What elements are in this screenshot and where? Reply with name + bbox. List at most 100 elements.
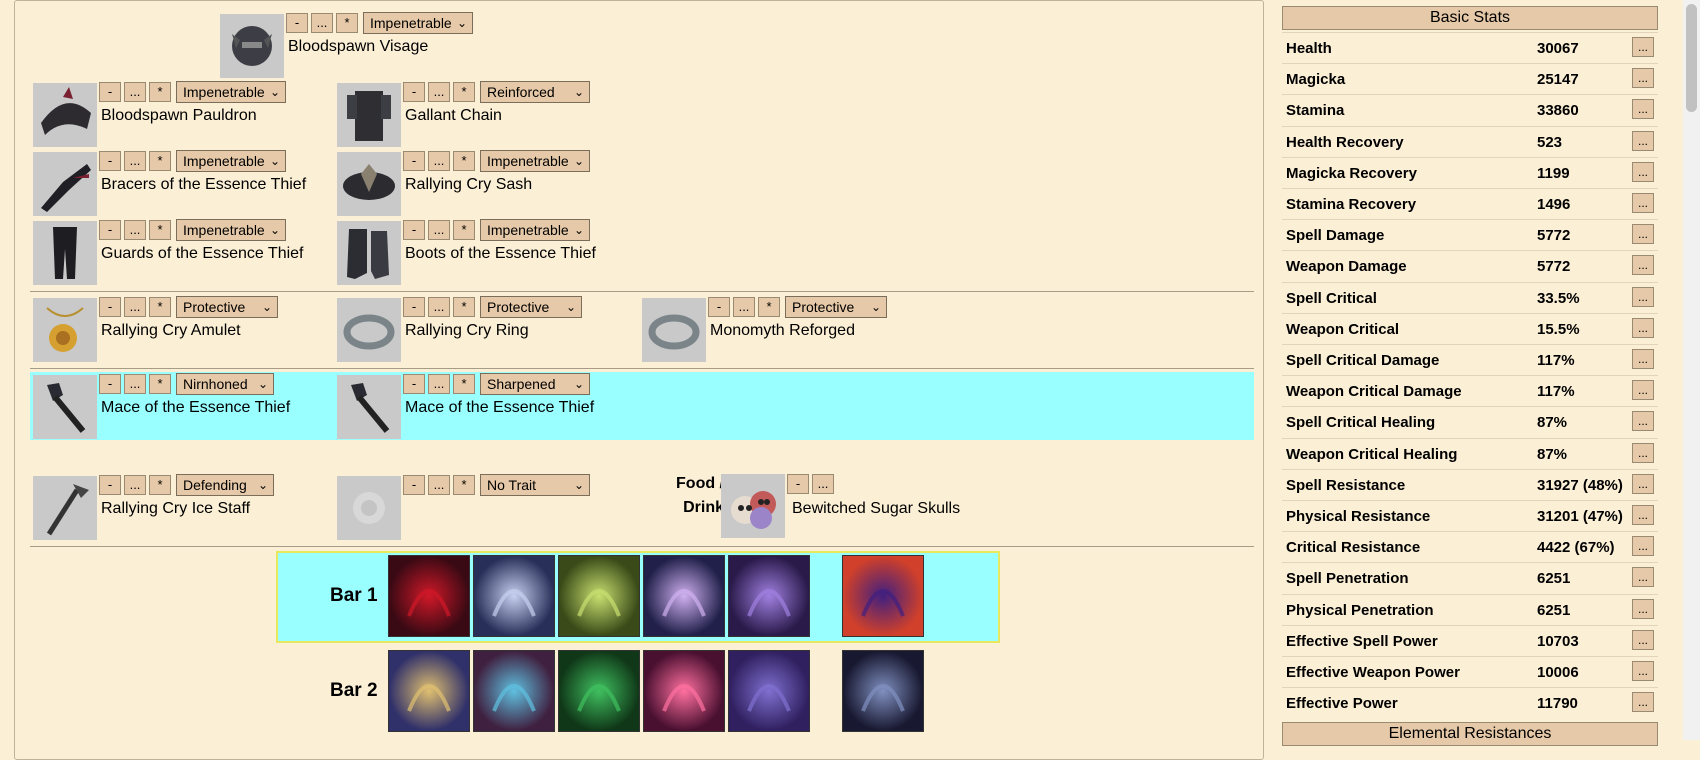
stat-details-button[interactable]: ... [1632,411,1654,432]
mace-icon[interactable] [337,375,401,439]
ring1-star-button[interactable]: * [453,297,475,317]
mace-icon[interactable] [33,375,97,439]
mainhand1-remove-button[interactable]: - [99,374,121,394]
stat-details-button[interactable]: ... [1632,505,1654,525]
head-more-button[interactable]: ... [311,13,333,33]
stat-details-button[interactable]: ... [1632,567,1654,588]
orb-skill-icon[interactable] [473,650,555,732]
stat-details-button[interactable]: ... [1632,536,1654,557]
neck-more-button[interactable]: ... [124,297,146,317]
stat-details-button[interactable]: ... [1632,692,1654,713]
stat-details-button[interactable]: ... [1632,286,1654,307]
head-remove-button[interactable]: - [286,13,308,33]
gloves-icon[interactable] [33,152,97,216]
helmet-icon[interactable] [220,14,284,78]
legs-remove-button[interactable]: - [99,220,121,240]
ring2-star-button[interactable]: * [758,297,780,317]
elemental-resistances-header[interactable]: Elemental Resistances [1282,722,1658,746]
feet-remove-button[interactable]: - [403,220,425,240]
food-more-button[interactable]: ... [812,474,834,494]
stat-details-button[interactable]: ... [1632,661,1654,681]
waist-remove-button[interactable]: - [403,151,425,171]
chest-armor-icon[interactable] [337,83,401,147]
stat-details-button[interactable]: ... [1632,99,1654,120]
shoulders-more-button[interactable]: ... [124,82,146,102]
feet-star-button[interactable]: * [453,220,475,240]
offhand2-star-button[interactable]: * [453,475,475,495]
shoulders-star-button[interactable]: * [149,82,171,102]
legs-star-button[interactable]: * [149,220,171,240]
wizard-skill-icon[interactable] [388,650,470,732]
chest-more-button[interactable]: ... [428,82,450,102]
stat-details-button[interactable]: ... [1632,130,1654,151]
claw-skill-icon[interactable] [388,555,470,637]
head-trait-select[interactable]: Impenetrable ⌄ [363,12,473,34]
scrollbar-thumb[interactable] [1686,4,1697,112]
comet-skill-icon[interactable] [643,650,725,732]
stat-details-button[interactable]: ... [1632,68,1654,89]
chest-star-button[interactable]: * [453,82,475,102]
food-remove-button[interactable]: - [787,474,809,494]
pauldron-icon[interactable] [33,83,97,147]
wings-skill-icon[interactable] [473,555,555,637]
shoulders-item-name[interactable]: Bloodspawn Pauldron [101,107,257,125]
offhand2-trait-select[interactable]: No Trait ⌄ [480,474,590,496]
ring2-more-button[interactable]: ... [733,297,755,317]
stat-details-button[interactable]: ... [1632,224,1654,245]
waist-item-name[interactable]: Rallying Cry Sash [405,176,532,194]
offhand1-item-name[interactable]: Mace of the Essence Thief [405,399,594,417]
hands-item-name[interactable]: Bracers of the Essence Thief [101,176,306,194]
mainhand2-trait-select[interactable]: Defending ⌄ [176,474,274,496]
feet-more-button[interactable]: ... [428,220,450,240]
stat-details-button[interactable]: ... [1632,629,1654,650]
mainhand1-trait-select[interactable]: Nirnhoned ⌄ [176,373,274,395]
mainhand2-item-name[interactable]: Rallying Cry Ice Staff [101,500,250,518]
stat-details-button[interactable]: ... [1632,380,1654,401]
sugar-skulls-icon[interactable] [721,474,785,538]
head-star-button[interactable]: * [336,13,358,33]
shoulders-remove-button[interactable]: - [99,82,121,102]
mainhand2-more-button[interactable]: ... [124,475,146,495]
offhand1-star-button[interactable]: * [453,374,475,394]
legs-more-button[interactable]: ... [124,220,146,240]
neck-trait-select[interactable]: Protective ⌄ [176,296,278,318]
legs-item-name[interactable]: Guards of the Essence Thief [101,245,303,263]
neck-star-button[interactable]: * [149,297,171,317]
hands-more-button[interactable]: ... [124,151,146,171]
mage-skill-icon[interactable] [643,555,725,637]
ring1-item-name[interactable]: Rallying Cry Ring [405,322,529,340]
druid-skill-icon[interactable] [558,650,640,732]
shoulders-trait-select[interactable]: Impenetrable ⌄ [176,81,286,103]
ring1-remove-button[interactable]: - [403,297,425,317]
mainhand1-item-name[interactable]: Mace of the Essence Thief [101,399,290,417]
mainhand2-star-button[interactable]: * [149,475,171,495]
hands-trait-select[interactable]: Impenetrable ⌄ [176,150,286,172]
feet-trait-select[interactable]: Impenetrable ⌄ [480,219,590,241]
food-name[interactable]: Bewitched Sugar Skulls [792,500,960,518]
stat-details-button[interactable]: ... [1632,37,1654,57]
belt-icon[interactable] [337,152,401,216]
ring2-trait-select[interactable]: Protective ⌄ [785,296,887,318]
basic-stats-header[interactable]: Basic Stats [1282,6,1658,30]
empty-slot-icon[interactable] [337,476,401,540]
neck-item-name[interactable]: Rallying Cry Amulet [101,322,241,340]
stat-details-button[interactable]: ... [1632,193,1654,213]
shadow-ultimate-icon[interactable] [842,650,924,732]
mainhand1-star-button[interactable]: * [149,374,171,394]
boots-icon[interactable] [337,221,401,285]
ultimate-warrior-icon[interactable] [842,555,924,637]
scrollbar[interactable] [1683,0,1700,740]
offhand2-remove-button[interactable]: - [403,475,425,495]
offhand1-more-button[interactable]: ... [428,374,450,394]
hands-remove-button[interactable]: - [99,151,121,171]
stat-details-button[interactable]: ... [1632,317,1654,338]
stat-details-button[interactable]: ... [1632,349,1654,369]
mainhand2-remove-button[interactable]: - [99,475,121,495]
blades-skill-icon[interactable] [558,555,640,637]
chest-trait-select[interactable]: Reinforced ⌄ [480,81,590,103]
offhand2-more-button[interactable]: ... [428,475,450,495]
head-item-name[interactable]: Bloodspawn Visage [288,38,428,56]
offhand1-trait-select[interactable]: Sharpened ⌄ [480,373,590,395]
vortex-skill-icon[interactable] [728,555,810,637]
feet-item-name[interactable]: Boots of the Essence Thief [405,245,596,263]
